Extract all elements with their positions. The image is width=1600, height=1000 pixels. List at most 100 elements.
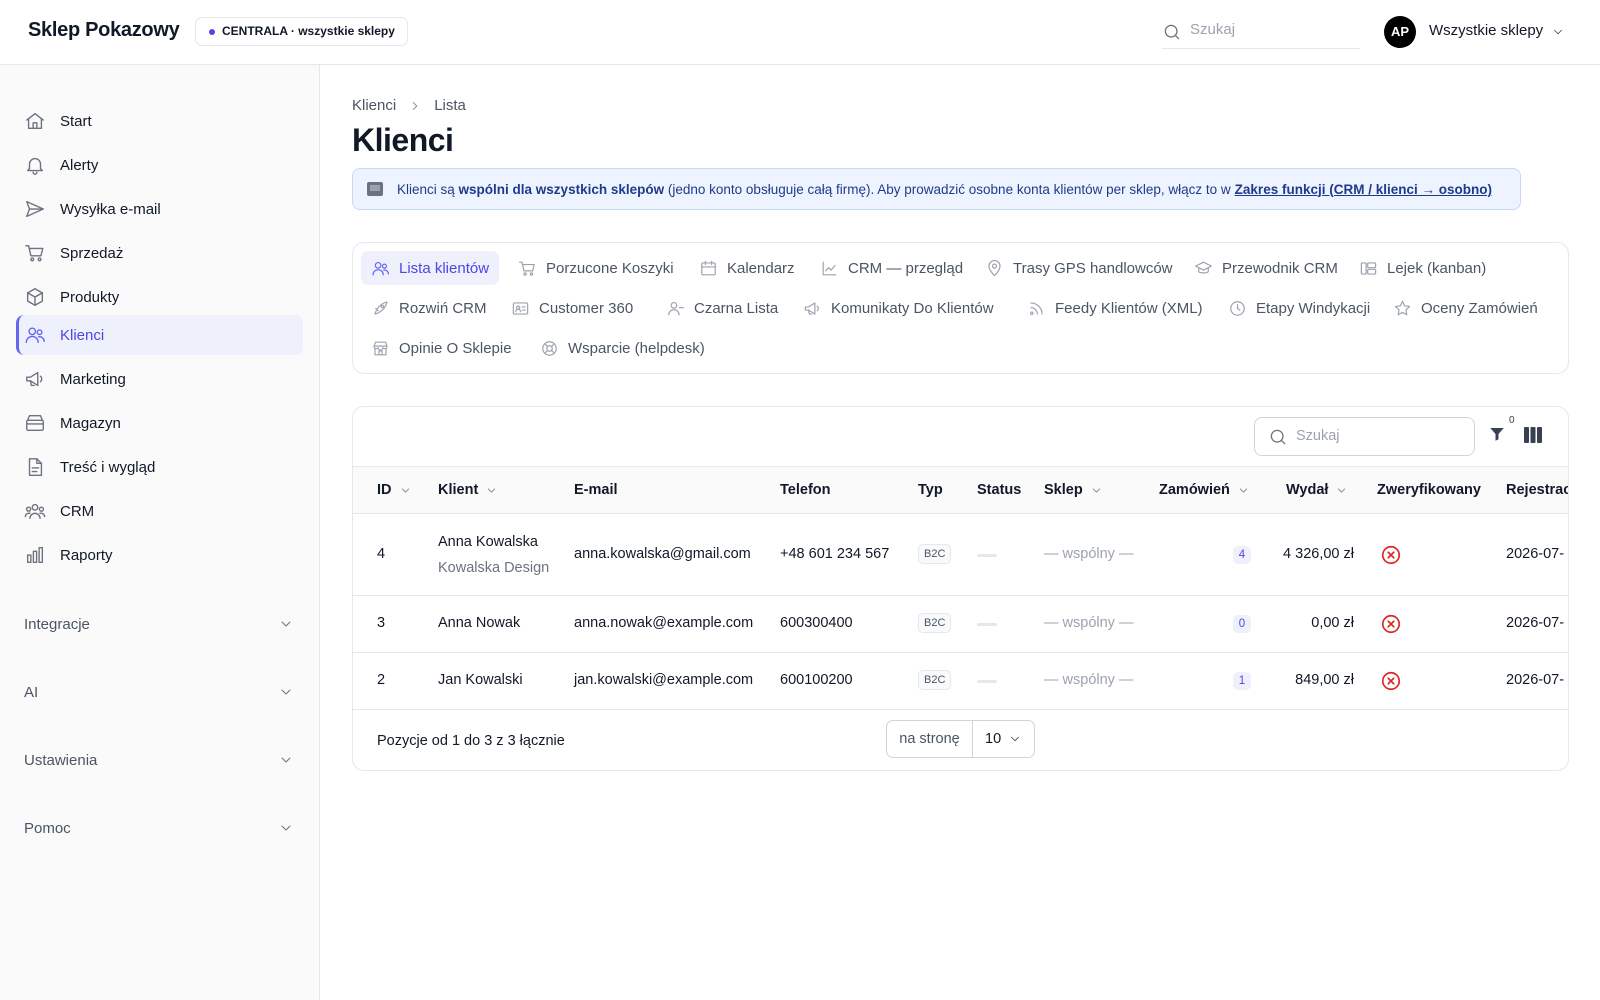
status-empty-indicator (977, 554, 997, 557)
table-search-input[interactable] (1296, 428, 1456, 444)
table-row[interactable]: 4 Anna Kowalska Kowalska Design anna.kow… (353, 514, 1568, 596)
tab-lista-klientow[interactable]: Lista klientów (361, 251, 500, 285)
per-page-value-dropdown[interactable]: 10 (973, 721, 1034, 757)
tab-label: Customer 360 (539, 299, 634, 317)
cell-id: 4 (377, 546, 386, 562)
column-header-sklep[interactable]: Sklep (1044, 482, 1103, 498)
sidebar-group-ai[interactable]: AI (24, 680, 294, 704)
tab-label: Rozwiń CRM (399, 299, 487, 317)
cell-phone: 600300400 (780, 615, 853, 631)
tab-label: Porzucone Koszyki (546, 259, 674, 277)
sidebar-item-wysylka[interactable]: Wysyłka e-mail (16, 189, 303, 229)
tab-feedy-xml[interactable]: Feedy Klientów (XML) (1017, 291, 1213, 325)
archive-icon (26, 414, 44, 432)
sidebar-item-label: Start (60, 112, 92, 130)
sidebar-group-ustawienia[interactable]: Ustawienia (24, 748, 294, 772)
table-search[interactable] (1254, 417, 1475, 456)
tab-wsparcie-helpdesk[interactable]: Wsparcie (helpdesk) (530, 331, 715, 365)
store-select[interactable]: Wszystkie sklepy (1429, 22, 1543, 39)
global-search[interactable] (1162, 15, 1360, 49)
megaphone-icon (804, 301, 819, 315)
type-badge: B2C (918, 670, 952, 690)
tab-customer-360[interactable]: Customer 360 (501, 291, 643, 325)
sidebar-item-crm[interactable]: CRM (16, 491, 303, 531)
breadcrumb-root[interactable]: Klienci (352, 97, 396, 114)
tab-label: Przewodnik CRM (1222, 259, 1338, 277)
tab-trasy-gps[interactable]: Trasy GPS handlowców (975, 251, 1183, 285)
users-icon (25, 327, 45, 344)
lifebuoy-icon (542, 340, 557, 356)
sidebar-item-label: Klienci (60, 326, 105, 344)
sidebar-item-sprzedaz[interactable]: Sprzedaż (16, 233, 303, 273)
group-icon (24, 503, 46, 520)
cart-icon (25, 244, 44, 262)
scope-badge[interactable]: CENTRALA · wszystkie sklepy (195, 17, 408, 46)
cell-registered: 2026-07- (1506, 672, 1565, 688)
user-avatar[interactable]: AP (1384, 16, 1416, 48)
column-header-zamowien[interactable]: Zamówień (1159, 482, 1250, 498)
columns-icon[interactable] (1524, 427, 1542, 443)
map-pin-icon (988, 259, 1001, 276)
column-header-email: E-mail (574, 482, 618, 498)
orders-count-badge: 4 (1233, 546, 1251, 564)
sidebar-item-alerty[interactable]: Alerty (16, 145, 303, 185)
brand-name[interactable]: Sklep Pokazowy (28, 19, 180, 42)
sidebar-item-tresc[interactable]: Treść i wygląd (16, 447, 303, 487)
sidebar-item-magazyn[interactable]: Magazyn (16, 403, 303, 443)
sidebar-item-klienci[interactable]: Klienci (16, 315, 303, 355)
tab-kalendarz[interactable]: Kalendarz (689, 251, 805, 285)
tab-label: Feedy Klientów (XML) (1055, 299, 1203, 317)
tab-porzucone-koszyki[interactable]: Porzucone Koszyki (508, 251, 684, 285)
cell-client-name[interactable]: Anna Kowalska (438, 534, 538, 550)
sidebar-item-marketing[interactable]: Marketing (16, 359, 303, 399)
sort-chevron-icon (1239, 487, 1248, 493)
tab-rozwin-crm[interactable]: Rozwiń CRM (361, 291, 497, 325)
chevron-down-icon (281, 825, 291, 831)
cell-registered: 2026-07- (1506, 615, 1565, 631)
cell-store: — wspólny — (1044, 615, 1134, 631)
column-header-klient[interactable]: Klient (438, 482, 498, 498)
tab-label: Opinie O Sklepie (399, 339, 512, 357)
tab-lejek-kanban[interactable]: Lejek (kanban) (1349, 251, 1496, 285)
sort-chevron-icon (488, 487, 496, 493)
tab-label: Komunikaty Do Klientów (831, 299, 994, 317)
search-icon (1270, 429, 1286, 445)
cell-email: jan.kowalski@example.com (574, 672, 754, 688)
sidebar-group-pomoc[interactable]: Pomoc (24, 816, 294, 840)
sidebar-item-label: Sprzedaż (60, 244, 124, 262)
chevron-down-icon[interactable] (1551, 25, 1565, 39)
column-header-wydal[interactable]: Wydał (1286, 482, 1348, 498)
scope-badge-label: CENTRALA · wszystkie sklepy (222, 24, 395, 38)
tab-przewodnik-crm[interactable]: Przewodnik CRM (1184, 251, 1348, 285)
column-header-id[interactable]: ID (377, 482, 412, 498)
rocket-icon (374, 301, 388, 315)
chevron-down-icon (281, 757, 291, 763)
sidebar-item-label: CRM (60, 502, 95, 520)
sidebar-item-start[interactable]: Start (16, 101, 303, 141)
home-icon (26, 112, 44, 130)
tab-label: Wsparcie (helpdesk) (568, 339, 705, 357)
banner-text-bold: wspólni dla wszystkich sklepów (458, 181, 665, 197)
tab-opinie-o-sklepie[interactable]: Opinie O Sklepie (361, 331, 522, 365)
tab-czarna-lista[interactable]: Czarna Lista (656, 291, 788, 325)
tab-etapy-windykacji[interactable]: Etapy Windykacji (1218, 291, 1380, 325)
tab-crm-przeglad[interactable]: CRM — przegląd (810, 251, 973, 285)
tab-label: Lista klientów (399, 259, 490, 277)
cell-spent: 4 326,00 zł (1283, 546, 1354, 562)
per-page-select[interactable]: na stronę 10 (886, 720, 1035, 758)
table-row[interactable]: 3 Anna Nowak anna.nowak@example.com 6003… (353, 596, 1568, 653)
info-banner: Klienci są wspólni dla wszystkich sklepó… (352, 168, 1521, 210)
type-badge: B2C (918, 613, 952, 633)
table-row[interactable]: 2 Jan Kowalski jan.kowalski@example.com … (353, 653, 1568, 710)
column-header-rejestracja[interactable]: Rejestrac (1506, 482, 1568, 498)
tab-komunikaty[interactable]: Komunikaty Do Klientów (793, 291, 1004, 325)
cell-client-name[interactable]: Anna Nowak (438, 615, 520, 631)
sidebar-group-integracje[interactable]: Integracje (24, 612, 294, 636)
banner-settings-link[interactable]: Zakres funkcji (CRM / klienci → osobno) (1235, 182, 1492, 197)
filter-icon[interactable] (1488, 425, 1506, 443)
sidebar-item-raporty[interactable]: Raporty (16, 535, 303, 575)
global-search-input[interactable] (1190, 21, 1350, 38)
sidebar-item-produkty[interactable]: Produkty (16, 277, 303, 317)
tab-oceny-zamowien[interactable]: Oceny Zamówień (1383, 291, 1548, 325)
cell-client-name[interactable]: Jan Kowalski (438, 672, 523, 688)
